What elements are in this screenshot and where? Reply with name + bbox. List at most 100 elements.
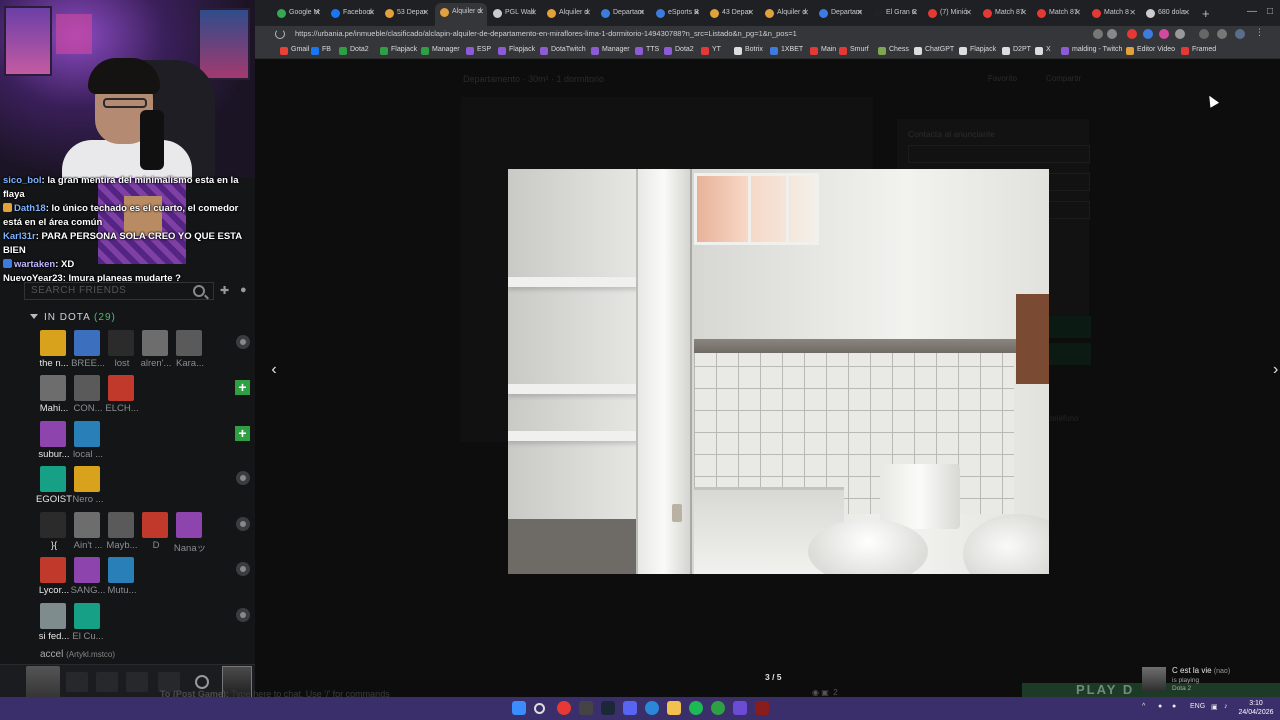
network-icon[interactable]: ▣ [1211,703,1218,711]
close-tab-icon[interactable]: ✕ [1074,8,1081,17]
bookmark-item[interactable]: Botrix [734,46,763,55]
friend-entry[interactable]: Mahi... [36,375,70,414]
browser-tab[interactable]: Departam ✕ [814,4,866,22]
minimize-icon[interactable]: — [1247,6,1257,17]
friend-entry[interactable]: CON... [70,375,104,414]
extension-icon[interactable] [1175,29,1185,39]
close-tab-icon[interactable]: ✕ [368,8,375,17]
friend-entry[interactable]: El Cu... [70,603,104,642]
friends-group-icon[interactable]: ● [240,284,254,296]
friend-entry[interactable]: si fed... [36,603,70,642]
bookmark-item[interactable]: D2PT [1002,46,1031,55]
browser-tab[interactable]: PGL Wall ✕ [488,4,540,22]
bookmark-item[interactable]: Editor Video [1126,46,1175,55]
friend-entry[interactable]: local ... [70,421,104,460]
friend-entry[interactable]: EGOIST [36,466,72,505]
friend-entry[interactable]: D [138,512,172,551]
bookmark-item[interactable]: FB [311,46,331,55]
close-tab-icon[interactable]: ✕ [1020,8,1027,17]
friends-search-input[interactable]: SEARCH FRIENDS [24,282,214,300]
url-field[interactable]: https://urbania.pe/inmueble/clasificado/… [295,28,1075,41]
maximize-icon[interactable]: □ [1267,6,1273,17]
menu-icon[interactable]: ⋮ [1255,27,1265,37]
bookmark-item[interactable]: Smurf [839,46,869,55]
star-icon[interactable] [1107,29,1117,39]
close-tab-icon[interactable]: ✕ [747,8,754,17]
friend-entry[interactable]: Kara... [172,330,206,369]
new-tab-button[interactable]: + [1202,6,1210,21]
browser-tab[interactable]: Facebook ✕ [326,4,378,22]
browser-tab[interactable]: Match 87 ✕ [1032,4,1084,22]
edge-icon[interactable] [645,701,659,715]
close-tab-icon[interactable]: ✕ [314,8,321,17]
party-slot[interactable] [96,672,118,692]
friend-accel[interactable]: accel (Artykl.mstco) [40,649,115,660]
browser-tab[interactable]: 680 dola ✕ [1141,4,1193,22]
now-playing-toast[interactable]: C est la vie (nao) is playing Dota 2 [1140,664,1280,694]
friend-entry[interactable]: BREE... [70,330,105,369]
close-tab-icon[interactable]: ✕ [911,8,918,17]
bookmark-item[interactable]: DotaTwitch [540,46,586,55]
speaker-icon[interactable]: ● [1172,703,1176,710]
media-icon[interactable] [579,701,593,715]
close-tab-icon[interactable]: ✕ [422,8,429,17]
friend-entry[interactable]: subur... [36,421,70,460]
watch-eye-icon[interactable] [236,471,250,485]
translate-icon[interactable] [1093,29,1103,39]
bookmark-item[interactable]: Manager [591,46,630,55]
invite-plus-icon[interactable]: + [235,426,250,441]
share-button[interactable]: Compartir [1046,74,1081,83]
close-tab-icon[interactable]: ✕ [1183,8,1190,17]
bookmark-item[interactable]: Flapjack [380,46,417,55]
bookmark-item[interactable]: Chess [878,46,909,55]
search-icon[interactable] [534,703,545,714]
close-tab-icon[interactable]: ✕ [638,8,645,17]
bookmark-item[interactable]: Dota2 [339,46,369,55]
bookmark-item[interactable]: ESP [466,46,491,55]
volume-icon[interactable]: ♪ [1224,703,1228,710]
close-tab-icon[interactable]: ✕ [530,8,537,17]
discord-icon[interactable] [623,701,637,715]
close-tab-icon[interactable]: ✕ [802,8,809,17]
phone-link[interactable]: teléfono [1050,414,1078,423]
windows-start-icon[interactable] [512,701,526,715]
in-dota-section-header[interactable]: IN DOTA (29) [30,312,116,323]
steam-icon[interactable] [601,701,615,715]
browser-tab[interactable]: Alquiler d ✕ [760,4,812,22]
chrome-icon[interactable] [557,701,571,715]
close-tab-icon[interactable]: ✕ [477,7,484,16]
add-friend-icon[interactable]: ✚ [220,284,234,297]
friend-entry[interactable]: lost [104,330,138,369]
browser-tab[interactable]: Match 87 ✕ [978,4,1030,22]
close-tab-icon[interactable]: ✕ [693,8,700,17]
headset-icon[interactable] [195,675,209,689]
extension-icon[interactable] [1143,29,1153,39]
extension-icon[interactable] [1159,29,1169,39]
friend-entry[interactable]: Nero ... [70,466,104,505]
party-slot[interactable] [66,672,88,692]
next-image-button[interactable]: › [1273,361,1280,379]
contact-input[interactable] [908,145,1090,163]
chevron-up-icon[interactable]: ^ [1142,703,1145,710]
reload-icon[interactable] [275,29,285,39]
dota-icon[interactable] [755,701,769,715]
browser-tab[interactable]: El Gran C ✕ [869,4,921,22]
downloads-icon[interactable] [1199,29,1209,39]
dota-chat-icons[interactable]: ◉ ▣ 2 [812,688,838,697]
bookmark-item[interactable]: Gmail [280,46,309,55]
app-icon[interactable] [711,701,725,715]
friend-entry[interactable]: Mutu... [104,557,138,596]
bookmark-item[interactable]: X [1035,46,1051,55]
browser-tab[interactable]: Match 8 ✕ [1087,4,1139,22]
browser-tab[interactable]: (7) Minió ✕ [923,4,975,22]
spotify-icon[interactable] [689,701,703,715]
bookmark-item[interactable]: Manager [421,46,460,55]
friend-entry[interactable]: Nanaッ [172,512,206,554]
bookmark-item[interactable]: Flapjack [498,46,535,55]
watch-eye-icon[interactable] [236,335,250,349]
friend-entry[interactable]: alren'... [138,330,172,369]
system-clock[interactable]: 3:10 24/04/2026 [1236,699,1276,717]
friend-entry[interactable]: Mayb... [104,512,138,551]
friend-entry[interactable]: }{ [36,512,70,551]
close-tab-icon[interactable]: ✕ [965,8,972,17]
